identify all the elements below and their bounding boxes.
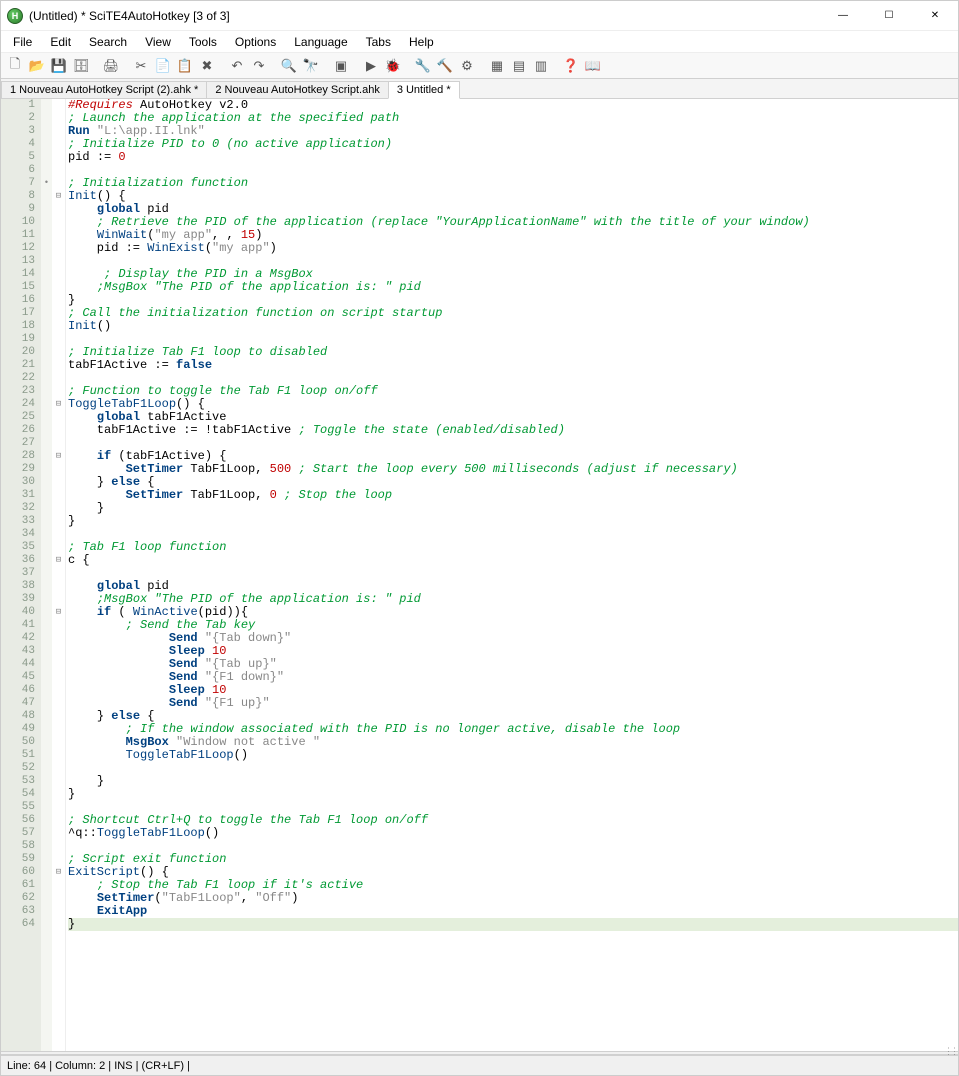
code-line[interactable]: ; Tab F1 loop function xyxy=(68,541,958,554)
menu-tabs[interactable]: Tabs xyxy=(358,33,399,51)
print-icon[interactable]: 🖨 xyxy=(101,56,121,76)
code-line[interactable]: } xyxy=(68,502,958,515)
tab[interactable]: 3 Untitled * xyxy=(388,81,460,99)
code-line[interactable]: c { xyxy=(68,554,958,567)
tool3-icon[interactable]: ⚙ xyxy=(457,56,477,76)
code-line[interactable]: tabF1Active := false xyxy=(68,359,958,372)
line-number-gutter: 1234567891011121314151617181920212223242… xyxy=(1,99,41,1051)
menu-bar: FileEditSearchViewToolsOptionsLanguageTa… xyxy=(1,31,958,53)
close-button[interactable]: ✕ xyxy=(912,1,958,31)
code-line[interactable]: ; Script exit function xyxy=(68,853,958,866)
menu-help[interactable]: Help xyxy=(401,33,442,51)
code-line[interactable]: } xyxy=(68,788,958,801)
save-all-icon[interactable]: 🗄 xyxy=(71,56,91,76)
panel1-icon[interactable]: ▦ xyxy=(487,56,507,76)
tool2-icon[interactable]: 🔨 xyxy=(435,56,455,76)
paste-icon[interactable]: 📋 xyxy=(175,56,195,76)
tab-bar: 1 Nouveau AutoHotkey Script (2).ahk *2 N… xyxy=(1,79,958,99)
copy-icon[interactable]: 📄 xyxy=(153,56,173,76)
code-line[interactable]: } xyxy=(68,775,958,788)
open-file-icon[interactable]: 📂 xyxy=(27,56,47,76)
code-line[interactable]: SetTimer TabF1Loop, 0 ; Stop the loop xyxy=(68,489,958,502)
menu-options[interactable]: Options xyxy=(227,33,284,51)
code-line[interactable] xyxy=(68,762,958,775)
menu-view[interactable]: View xyxy=(137,33,179,51)
tab[interactable]: 1 Nouveau AutoHotkey Script (2).ahk * xyxy=(1,81,207,98)
toolbar: 🗋📂💾🗄 🖨 ✂📄📋✖ ↶↷ 🔍🔭 ▣ ▶🐞 🔧🔨⚙ ▦▤▥ ❓📖 xyxy=(1,53,958,79)
code-line[interactable]: } xyxy=(68,918,958,931)
code-line[interactable]: Init() xyxy=(68,320,958,333)
maximize-button[interactable]: ☐ xyxy=(866,1,912,31)
output-pane-grip[interactable] xyxy=(1,1051,958,1055)
code-line[interactable]: Send "{F1 up}" xyxy=(68,697,958,710)
save-icon[interactable]: 💾 xyxy=(49,56,69,76)
code-line[interactable]: ^q::ToggleTabF1Loop() xyxy=(68,827,958,840)
replace-icon[interactable]: 🔭 xyxy=(301,56,321,76)
status-text: Line: 64 | Column: 2 | INS | (CR+LF) | xyxy=(7,1060,190,1072)
code-line[interactable]: ;MsgBox "The PID of the application is: … xyxy=(68,281,958,294)
code-editor[interactable]: 1234567891011121314151617181920212223242… xyxy=(1,99,958,1051)
code-area[interactable]: #Requires AutoHotkey v2.0; Launch the ap… xyxy=(66,99,958,1051)
window-title: (Untitled) * SciTE4AutoHotkey [3 of 3] xyxy=(29,9,820,23)
status-bar: Line: 64 | Column: 2 | INS | (CR+LF) | xyxy=(1,1055,958,1075)
panel2-icon[interactable]: ▤ xyxy=(509,56,529,76)
title-bar: H (Untitled) * SciTE4AutoHotkey [3 of 3]… xyxy=(1,1,958,31)
code-line[interactable]: ExitApp xyxy=(68,905,958,918)
redo-icon[interactable]: ↷ xyxy=(249,56,269,76)
code-line[interactable]: Init() { xyxy=(68,190,958,203)
code-line[interactable]: pid := WinExist("my app") xyxy=(68,242,958,255)
debug-icon[interactable]: 🐞 xyxy=(383,56,403,76)
delete-icon[interactable]: ✖ xyxy=(197,56,217,76)
menu-file[interactable]: File xyxy=(5,33,40,51)
help1-icon[interactable]: ❓ xyxy=(561,56,581,76)
run-icon[interactable]: ▶ xyxy=(361,56,381,76)
panel3-icon[interactable]: ▥ xyxy=(531,56,551,76)
code-line[interactable]: ToggleTabF1Loop() xyxy=(68,749,958,762)
code-line[interactable]: ; Initialize PID to 0 (no active applica… xyxy=(68,138,958,151)
code-line[interactable] xyxy=(68,567,958,580)
new-file-icon[interactable]: 🗋 xyxy=(5,56,25,76)
code-line[interactable]: tabF1Active := !tabF1Active ; Toggle the… xyxy=(68,424,958,437)
fold-gutter[interactable]: ⊟ ⊟ ⊟ ⊟ ⊟ ⊟ xyxy=(52,99,66,1051)
code-line[interactable]: pid := 0 xyxy=(68,151,958,164)
menu-search[interactable]: Search xyxy=(81,33,135,51)
find-icon[interactable]: 🔍 xyxy=(279,56,299,76)
menu-edit[interactable]: Edit xyxy=(42,33,79,51)
help2-icon[interactable]: 📖 xyxy=(583,56,603,76)
minimize-button[interactable]: — xyxy=(820,1,866,31)
code-line[interactable]: ; Initialization function xyxy=(68,177,958,190)
marker-gutter: • xyxy=(41,99,52,1051)
cut-icon[interactable]: ✂ xyxy=(131,56,151,76)
app-icon: H xyxy=(7,8,23,24)
code-line[interactable]: ; Call the initialization function on sc… xyxy=(68,307,958,320)
code-line[interactable]: SetTimer("TabF1Loop", "Off") xyxy=(68,892,958,905)
tab[interactable]: 2 Nouveau AutoHotkey Script.ahk xyxy=(206,81,388,98)
menu-language[interactable]: Language xyxy=(286,33,355,51)
tool1-icon[interactable]: 🔧 xyxy=(413,56,433,76)
menu-tools[interactable]: Tools xyxy=(181,33,225,51)
code-line[interactable]: } xyxy=(68,515,958,528)
undo-icon[interactable]: ↶ xyxy=(227,56,247,76)
stop-macro-icon[interactable]: ▣ xyxy=(331,56,351,76)
code-line[interactable]: SetTimer TabF1Loop, 500 ; Start the loop… xyxy=(68,463,958,476)
